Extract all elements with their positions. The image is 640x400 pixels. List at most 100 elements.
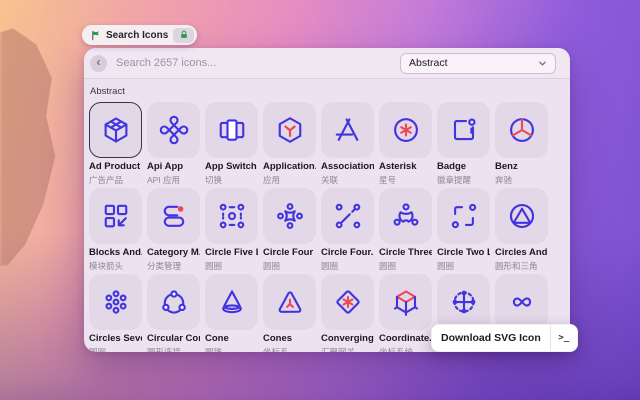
asterisk-icon xyxy=(393,118,418,142)
search-input[interactable] xyxy=(114,56,348,70)
icon-cell-circle-three: Circle Three 圆圈 xyxy=(379,188,432,272)
icon-tile-benz[interactable] xyxy=(495,102,548,158)
icon-tile-association[interactable] xyxy=(321,102,374,158)
download-tooltip[interactable]: Download SVG Icon >_ xyxy=(431,324,578,352)
app-switch-icon xyxy=(219,119,244,141)
icon-tile-coordinate-system[interactable] xyxy=(379,274,432,330)
icon-sublabel: 圆形连接 xyxy=(147,347,182,352)
icon-cell-coordinate-system: Coordinate... 坐标系统 xyxy=(379,274,432,352)
circle-two-line-icon xyxy=(451,203,476,229)
icon-label: App Switch xyxy=(205,161,257,172)
icon-label: Circle Five L... xyxy=(205,247,258,258)
icon-label: Circular Con... xyxy=(147,333,200,344)
icon-sublabel: 模块箭头 xyxy=(89,261,124,271)
coordinate-system-icon xyxy=(393,290,418,316)
icon-tile-asterisk[interactable] xyxy=(379,102,432,158)
icon-tile-circles-and-triangles[interactable] xyxy=(495,188,548,244)
icon-cell-category-management: Category M... 分类管理 xyxy=(147,188,200,272)
terminal-icon[interactable]: >_ xyxy=(549,325,577,351)
icon-tile-category-management[interactable] xyxy=(147,188,200,244)
circle-four-line-icon xyxy=(335,203,360,229)
icon-tile-circle-three[interactable] xyxy=(379,188,432,244)
icon-tile-ad-product[interactable] xyxy=(89,102,142,158)
application-icon xyxy=(278,117,301,143)
back-button[interactable]: ‹ xyxy=(90,54,107,72)
icon-tile-converging-gateway[interactable] xyxy=(321,274,374,330)
badge-icon xyxy=(453,118,476,141)
icon-tile-cone[interactable] xyxy=(205,274,258,330)
category-dropdown[interactable]: Abstract xyxy=(400,52,556,74)
desktop-background: Search Icons ‹ Abstract Abstract Ad xyxy=(0,0,640,400)
icon-cell-ad-product: Ad Product 广告产品 xyxy=(89,102,142,186)
icon-tile-cones[interactable] xyxy=(263,274,316,330)
icon-label: Circles Seven xyxy=(89,333,142,344)
icon-tile-circles-seven[interactable] xyxy=(89,274,142,330)
cones-icon xyxy=(278,291,301,313)
icon-cell-benz: Benz 奔驰 xyxy=(495,102,548,186)
icon-search-panel: ‹ Abstract Abstract Ad Product 广告产品 Api Ap… xyxy=(84,48,570,352)
icon-label: Coordinate... xyxy=(379,333,432,344)
circle-four-icon xyxy=(276,203,303,229)
icon-sublabel: 圆圈 xyxy=(379,261,397,271)
icon-sublabel: 奔驰 xyxy=(495,175,513,185)
circle-three-icon xyxy=(393,203,418,226)
icon-label: Cone xyxy=(205,333,229,344)
icon-label: Application... xyxy=(263,161,316,172)
icon-cell-api-app: Api App API 应用 xyxy=(147,102,200,186)
icon-label: Circle Three xyxy=(379,247,432,258)
icon-sublabel: 星号 xyxy=(379,175,397,185)
icon-sublabel: 圆形和三角 xyxy=(495,261,538,271)
icon-label: Badge xyxy=(437,161,467,172)
icon-label: Association xyxy=(321,161,374,172)
icon-label: Circle Two L... xyxy=(437,247,490,258)
icon-sublabel: 广告产品 xyxy=(89,175,124,185)
icon-sublabel: 圆圈 xyxy=(437,261,455,271)
icon-label: Ad Product xyxy=(89,161,141,172)
icon-cell-circle-four: Circle Four 圆圈 xyxy=(263,188,316,272)
panel-header: ‹ Abstract xyxy=(84,48,570,79)
converging-gateway-icon xyxy=(335,290,360,314)
icon-sublabel: 汇聚网关 xyxy=(321,347,356,352)
icon-cell-association: Association 关联 xyxy=(321,102,374,186)
icon-cell-blocks-and-arrows: Blocks And... 模块箭头 xyxy=(89,188,142,272)
flag-icon xyxy=(90,30,101,41)
icon-cell-app-switch: App Switch 切换 xyxy=(205,102,258,186)
lock-chip[interactable] xyxy=(173,27,195,43)
category-management-icon xyxy=(163,205,184,227)
category-dropdown-value: Abstract xyxy=(409,57,448,69)
icon-cell-badge: Badge 徽章提醒 xyxy=(437,102,490,186)
ad-product-icon xyxy=(104,117,127,143)
icon-tile-app-switch[interactable] xyxy=(205,102,258,158)
icon-sublabel: 关联 xyxy=(321,175,339,185)
icon-sublabel: 圆圈 xyxy=(263,261,281,271)
icon-sublabel: 圆圈 xyxy=(321,261,339,271)
chevron-down-icon xyxy=(538,59,547,68)
icon-cell-circle-two-line: Circle Two L... 圆圈 xyxy=(437,188,490,272)
icon-label: Circles And... xyxy=(495,247,548,258)
icon-cell-cone: Cone 圆锥 xyxy=(205,274,258,352)
icon-tile-cross-ring[interactable] xyxy=(437,274,490,330)
icon-cell-circle-five-line: Circle Five L... 圆圈 xyxy=(205,188,258,272)
icon-cell-asterisk: Asterisk 星号 xyxy=(379,102,432,186)
icon-tile-circle-four[interactable] xyxy=(263,188,316,244)
cone-icon xyxy=(221,290,242,314)
icon-grid: Ad Product 广告产品 Api App API 应用 App Switch 切换 A… xyxy=(84,102,570,352)
icon-label: Benz xyxy=(495,161,518,172)
circular-connection-icon xyxy=(161,290,186,314)
lock-icon xyxy=(180,30,187,38)
icon-tile-mobius-ring[interactable] xyxy=(495,274,548,330)
circles-seven-icon xyxy=(104,290,127,314)
icon-sublabel: 分类管理 xyxy=(147,261,182,271)
icon-sublabel: 圆锥 xyxy=(205,347,223,352)
icon-tile-badge[interactable] xyxy=(437,102,490,158)
icon-tile-circular-connection[interactable] xyxy=(147,274,200,330)
icon-tile-circle-five-line[interactable] xyxy=(205,188,258,244)
icon-tile-circle-four-line[interactable] xyxy=(321,188,374,244)
icon-cell-circles-and-triangles: Circles And... 圆形和三角 xyxy=(495,188,548,272)
icon-tile-api-app[interactable] xyxy=(147,102,200,158)
icon-tile-circle-two-line[interactable] xyxy=(437,188,490,244)
icon-tile-application[interactable] xyxy=(263,102,316,158)
mobius-ring-icon xyxy=(512,297,531,307)
icon-tile-blocks-and-arrows[interactable] xyxy=(89,188,142,244)
search-icons-pill[interactable]: Search Icons xyxy=(82,25,198,45)
